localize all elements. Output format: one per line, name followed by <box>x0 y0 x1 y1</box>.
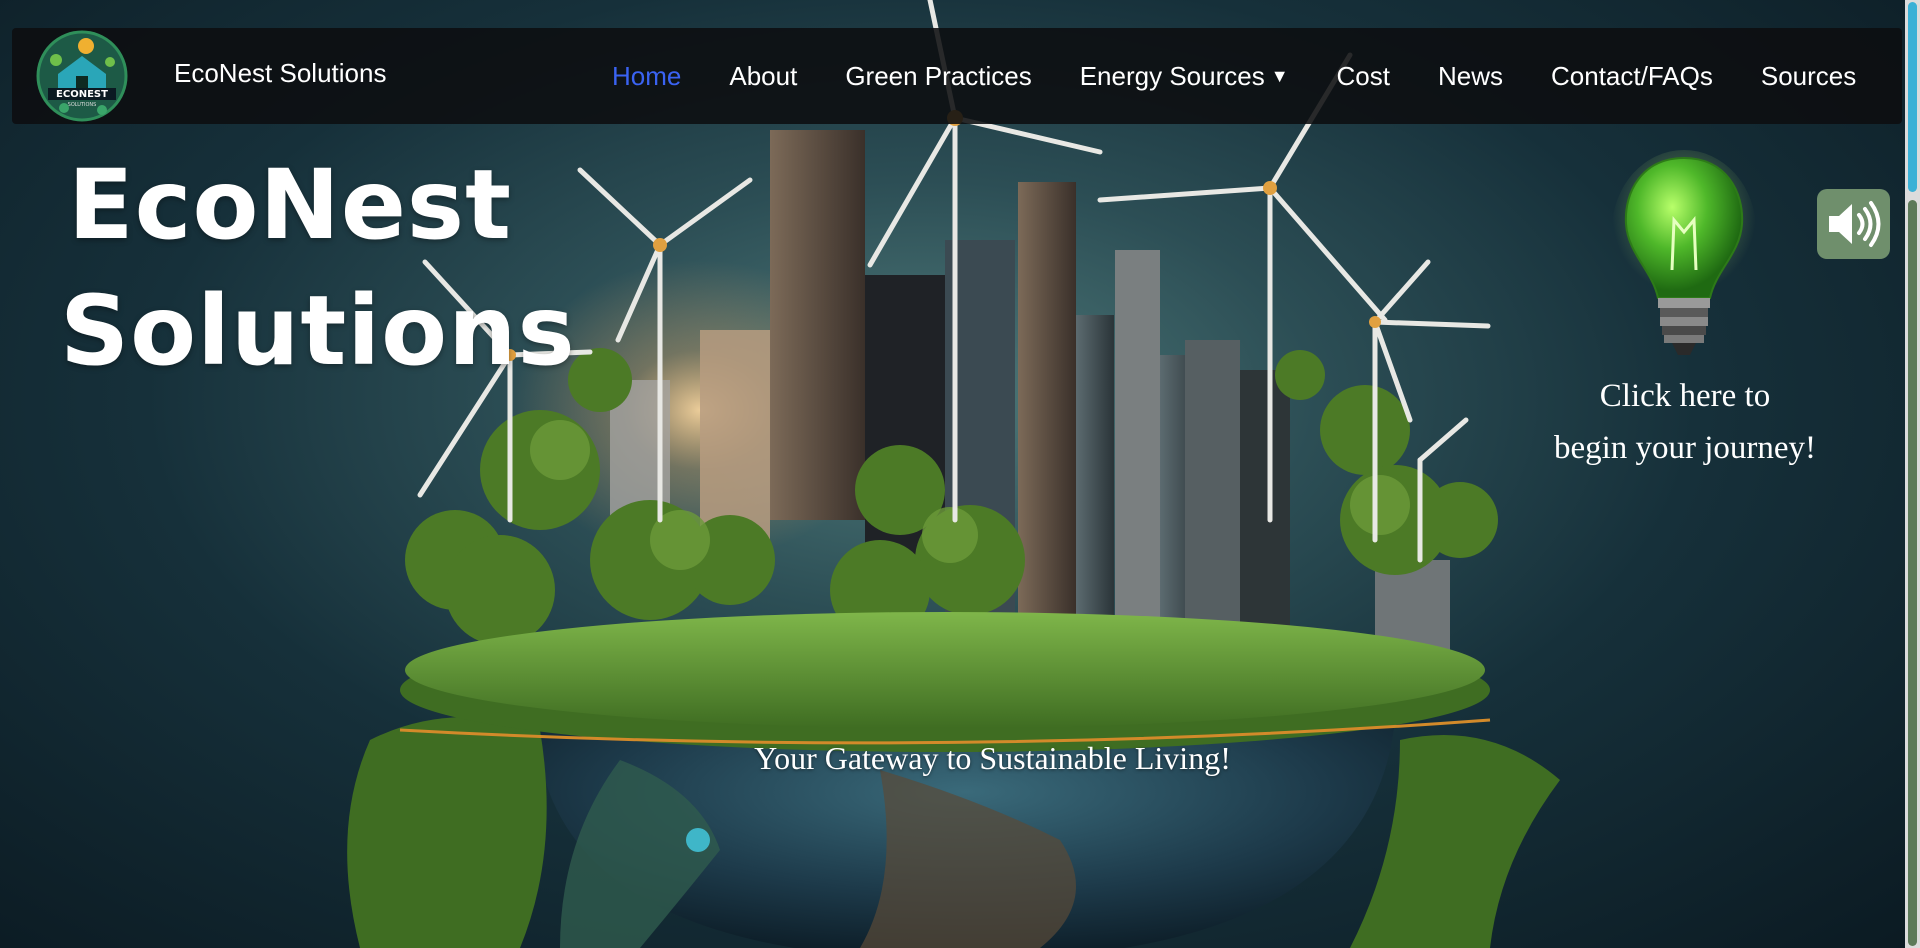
nav-item-news[interactable]: News <box>1438 61 1503 92</box>
nav-item-cost[interactable]: Cost <box>1337 61 1390 92</box>
nav-item-green-practices[interactable]: Green Practices <box>845 61 1031 92</box>
speaker-volume-icon <box>1829 201 1881 247</box>
hero-section: ECONEST SOLUTIONS EcoNest Solutions Home… <box>0 0 1905 948</box>
nav-item-contact-faqs[interactable]: Contact/FAQs <box>1551 61 1713 92</box>
nav-item-energy-sources-label: Energy Sources <box>1079 60 1265 91</box>
nav-item-sources[interactable]: Sources <box>1761 61 1856 92</box>
svg-text:SOLUTIONS: SOLUTIONS <box>68 102 97 108</box>
nav-item-home[interactable]: Home <box>612 61 681 92</box>
hero-title: EcoNest Solutions <box>60 142 576 394</box>
lightbulb-icon[interactable] <box>1612 150 1756 372</box>
hero-title-line2: Solutions <box>60 275 576 387</box>
brand-name[interactable]: EcoNest Solutions <box>174 58 386 89</box>
page-scrollbar[interactable] <box>1905 0 1920 948</box>
scrollbar-thumb[interactable] <box>1908 2 1917 192</box>
nav-item-energy-sources[interactable]: Energy Sources ▼ <box>1080 61 1289 92</box>
nav-links: Home About Green Practices Energy Source… <box>612 28 1856 124</box>
svg-text:ECONEST: ECONEST <box>56 89 108 100</box>
sound-toggle-button[interactable] <box>1817 189 1890 259</box>
nav-item-about[interactable]: About <box>729 61 797 92</box>
econest-logo-icon[interactable]: ECONEST SOLUTIONS <box>36 30 128 122</box>
hero-title-line1: EcoNest <box>68 149 512 261</box>
journey-cta-line1: Click here to <box>1599 378 1771 414</box>
navbar: ECONEST SOLUTIONS EcoNest Solutions Home… <box>12 28 1902 124</box>
hero-tagline: Your Gateway to Sustainable Living! <box>754 740 1231 776</box>
journey-cta[interactable]: Click here to begin your journey! <box>1520 370 1850 474</box>
caret-down-icon: ▼ <box>1270 65 1289 86</box>
scrollbar-track[interactable] <box>1908 200 1917 946</box>
journey-cta-line2: begin your journey! <box>1553 430 1817 466</box>
